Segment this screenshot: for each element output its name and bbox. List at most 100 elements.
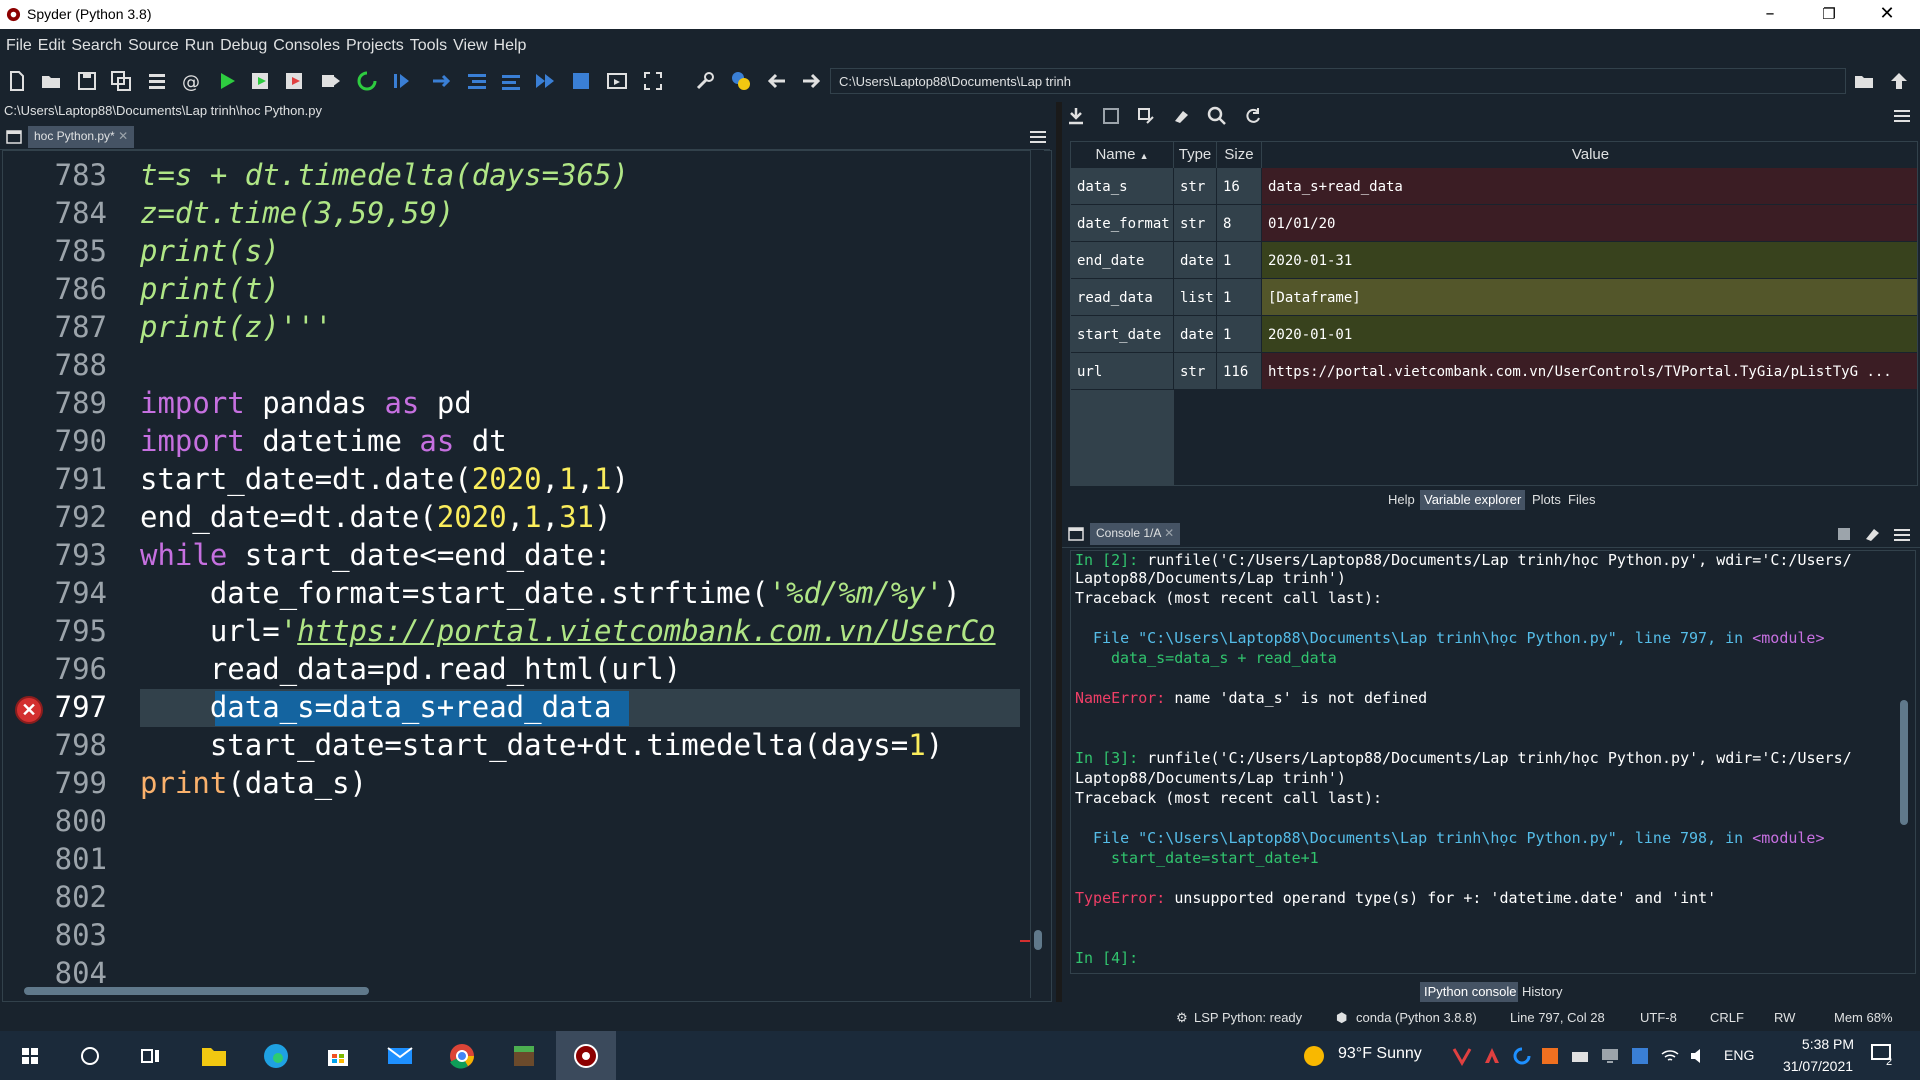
firewall-tray-icon[interactable] <box>1540 1046 1560 1066</box>
open-file-icon[interactable] <box>40 70 62 92</box>
close-console-tab-icon[interactable]: ✕ <box>1164 526 1174 540</box>
lsp-status[interactable]: LSP Python: ready <box>1194 1010 1302 1025</box>
vivaldi-tray-icon[interactable] <box>1452 1046 1472 1066</box>
volume-tray-icon[interactable] <box>1688 1046 1708 1066</box>
variable-explorer-options-icon[interactable] <box>1894 109 1910 123</box>
weather-text[interactable]: 93°F Sunny <box>1338 1045 1422 1063</box>
code-editor[interactable]: ✕ 783 784 785 786 787 788 789 790 791 79… <box>2 150 1052 1002</box>
save-icon[interactable] <box>76 70 98 92</box>
refresh-icon[interactable] <box>1243 106 1263 126</box>
restore-icon[interactable]: ❐ <box>1814 5 1844 23</box>
menu-debug[interactable]: Debug <box>217 29 270 55</box>
save-data-icon[interactable] <box>1101 106 1121 126</box>
save-data-as-icon[interactable] <box>1136 106 1156 126</box>
step-return-icon[interactable] <box>500 70 522 92</box>
console-options-icon[interactable] <box>1894 528 1910 542</box>
sync-tray-icon[interactable] <box>1512 1046 1532 1066</box>
interrupt-kernel-icon[interactable] <box>1836 526 1852 542</box>
printer-tray-icon[interactable] <box>1570 1046 1590 1066</box>
browse-tabs-icon[interactable] <box>6 130 22 144</box>
minecraft-icon[interactable] <box>504 1036 544 1076</box>
acrobat-tray-icon[interactable] <box>1482 1046 1502 1066</box>
input-language[interactable]: ENG <box>1724 1047 1754 1063</box>
browse-console-tabs-icon[interactable] <box>1068 527 1084 541</box>
python-path-icon[interactable] <box>730 70 752 92</box>
tab-files[interactable]: Files <box>1564 490 1600 510</box>
table-row[interactable]: url str 116 https://portal.vietcombank.c… <box>1071 353 1917 389</box>
menu-search[interactable]: Search <box>68 29 125 55</box>
ipython-console[interactable]: In [2]: runfile('C:/Users/Laptop88/Docum… <box>1070 550 1916 974</box>
run-icon[interactable] <box>216 70 238 92</box>
menu-projects[interactable]: Projects <box>343 29 407 55</box>
menu-file[interactable]: File <box>0 29 35 55</box>
menu-source[interactable]: Source <box>125 29 182 55</box>
file-explorer-icon[interactable] <box>194 1036 234 1076</box>
tab-ipython-console[interactable]: IPython console <box>1420 982 1521 1002</box>
stop-icon[interactable] <box>570 70 592 92</box>
menu-run[interactable]: Run <box>182 29 217 55</box>
spyder-taskbar-icon[interactable] <box>566 1036 606 1076</box>
save-all-icon[interactable] <box>110 70 132 92</box>
editor-vertical-scrollbar[interactable] <box>1030 150 1044 998</box>
column-header-type[interactable]: Type <box>1174 142 1217 168</box>
editor-options-menu-icon[interactable] <box>1030 130 1046 144</box>
editor-tab[interactable]: hoc Python.py* ✕ <box>28 126 135 148</box>
new-file-icon[interactable] <box>6 70 28 92</box>
wifi-tray-icon[interactable] <box>1660 1046 1680 1066</box>
outline-icon[interactable] <box>146 70 168 92</box>
chrome-icon[interactable] <box>442 1036 482 1076</box>
table-row[interactable]: start_date date 1 2020-01-01 <box>1071 316 1917 352</box>
table-row[interactable]: read_data list 1 [Dataframe] <box>1071 279 1917 315</box>
display-tray-icon[interactable] <box>1600 1046 1620 1066</box>
debug-icon[interactable] <box>390 70 412 92</box>
tab-plots[interactable]: Plots <box>1528 490 1565 510</box>
run-cell-icon[interactable] <box>250 70 272 92</box>
tab-variable-explorer[interactable]: Variable explorer <box>1420 490 1526 510</box>
close-tab-icon[interactable]: ✕ <box>118 129 128 143</box>
column-header-value[interactable]: Value <box>1262 142 1917 168</box>
step-into-icon[interactable] <box>466 70 488 92</box>
menu-consoles[interactable]: Consoles <box>270 29 343 55</box>
rerun-icon[interactable] <box>356 70 378 92</box>
step-icon[interactable] <box>430 70 452 92</box>
minimize-icon[interactable]: – <box>1755 3 1785 24</box>
menu-view[interactable]: View <box>450 29 490 55</box>
pane-splitter[interactable] <box>1056 102 1062 1002</box>
maximize-pane-icon[interactable] <box>606 70 628 92</box>
mail-icon[interactable] <box>380 1036 420 1076</box>
back-arrow-icon[interactable] <box>766 70 788 92</box>
search-icon[interactable] <box>1207 106 1227 126</box>
network-tray-icon[interactable] <box>1630 1046 1650 1066</box>
browse-folder-icon[interactable] <box>1853 70 1875 92</box>
at-icon[interactable]: @ <box>180 70 202 92</box>
menu-tools[interactable]: Tools <box>407 29 450 55</box>
column-header-size[interactable]: Size <box>1217 142 1262 168</box>
import-data-icon[interactable] <box>1066 106 1086 126</box>
editor-vertical-scroll-thumb[interactable] <box>1034 930 1042 950</box>
table-row[interactable]: data_s str 16 data_s+read_data <box>1071 168 1917 204</box>
menu-edit[interactable]: Edit <box>35 29 69 55</box>
edge-browser-icon[interactable] <box>256 1036 296 1076</box>
run-cell-advance-icon[interactable] <box>284 70 306 92</box>
menu-help[interactable]: Help <box>491 29 530 55</box>
clock-date[interactable]: 31/07/2021 <box>1770 1058 1866 1074</box>
table-row[interactable]: end_date date 1 2020-01-31 <box>1071 242 1917 278</box>
run-selection-icon[interactable] <box>320 70 342 92</box>
remove-all-variables-icon[interactable] <box>1172 106 1192 126</box>
clear-console-icon[interactable] <box>1864 526 1882 542</box>
console-scroll-thumb[interactable] <box>1900 700 1908 825</box>
close-icon[interactable]: ✕ <box>1872 3 1902 24</box>
preferences-wrench-icon[interactable] <box>694 70 716 92</box>
python-environment[interactable]: conda (Python 3.8.8) <box>1356 1010 1477 1025</box>
clock-time[interactable]: 5:38 PM <box>1790 1036 1866 1052</box>
search-taskbar-icon[interactable] <box>70 1036 110 1076</box>
task-view-icon[interactable] <box>130 1036 170 1076</box>
column-header-name[interactable]: Name ▲ <box>1071 142 1174 168</box>
tab-help[interactable]: Help <box>1384 490 1419 510</box>
console-input-prompt[interactable]: In [4]: <box>1075 949 1138 967</box>
table-row[interactable]: date_format str 8 01/01/20 <box>1071 205 1917 241</box>
editor-horizontal-scroll-thumb[interactable] <box>24 987 369 995</box>
console-tab[interactable]: Console 1/A ✕ <box>1090 523 1181 545</box>
forward-arrow-icon[interactable] <box>800 70 822 92</box>
microsoft-store-icon[interactable] <box>318 1036 358 1076</box>
